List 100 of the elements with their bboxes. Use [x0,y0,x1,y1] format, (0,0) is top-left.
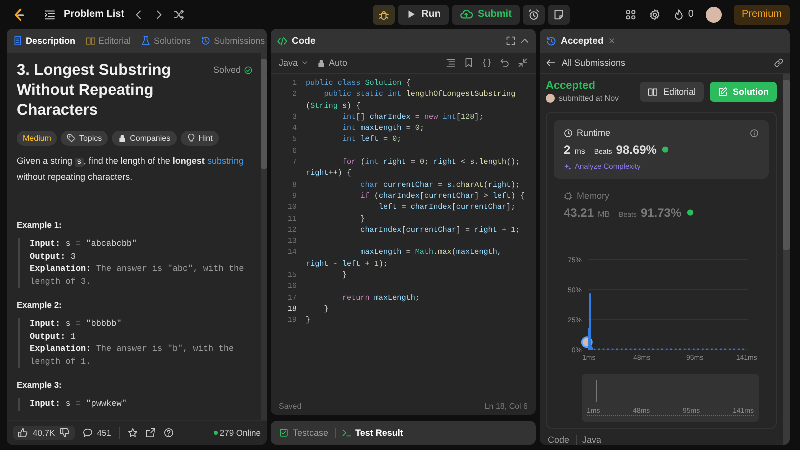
online-dot [214,431,218,435]
chip-icon [564,192,573,200]
chevron-down-icon [301,59,310,67]
thumbs-down-icon [60,428,70,438]
sparkle-icon [564,162,572,170]
all-submissions-link[interactable]: All Submissions [562,58,626,68]
checkbox-icon [279,428,289,438]
topics-button[interactable]: Topics [61,131,108,146]
share-icon[interactable] [146,428,156,438]
submit-button[interactable]: Submit [452,4,520,24]
braces-icon[interactable] [482,58,492,68]
run-button[interactable]: Run [398,4,450,24]
difficulty-badge: Medium [17,131,58,146]
panel-tab[interactable]: Description [13,36,76,46]
language-dropdown[interactable]: Java [279,58,310,68]
cloud-upload-icon [460,8,474,21]
link-icon[interactable] [774,58,784,68]
lock-icon [118,134,128,143]
comment-icon[interactable] [83,428,94,438]
star-icon[interactable] [128,428,138,438]
beats-percent: 91.73% [640,206,682,220]
beats-percent: 98.69% [616,143,657,157]
comment-count: 451 [97,428,112,438]
problem-list-link[interactable]: Problem List [64,9,125,20]
badge-icon [686,208,695,217]
panel-tab[interactable]: Test Result [342,428,404,438]
example-heading: Example 1: [17,220,63,230]
language-label: Java [582,435,602,445]
hint-button[interactable]: Hint [180,131,219,146]
example-line: Output: 3 [30,250,77,263]
thumbs-up-icon [18,428,28,438]
solved-status: Solved [213,65,241,75]
example-line: Input: s = "bbbbb" [30,318,123,330]
expand-icon[interactable] [506,36,516,46]
autocomplete-mode: Auto [329,58,348,68]
settings-icon[interactable] [649,8,662,20]
flask-icon [141,36,152,46]
shuffle-icon[interactable] [172,8,185,20]
notes-button[interactable] [548,4,570,24]
debug-button[interactable] [372,4,395,24]
format-icon[interactable] [446,58,456,68]
scrollbar[interactable] [783,74,790,445]
premium-button[interactable]: Premium [734,4,790,24]
submission-status: Accepted [546,80,597,92]
grid-icon[interactable] [625,8,638,20]
chevron-up-icon[interactable] [520,36,530,46]
flame-icon[interactable] [673,8,686,20]
editorial-button[interactable]: Editorial [640,82,704,102]
edit-icon [718,86,728,96]
panel-tab[interactable]: Solutions [141,36,192,46]
example-line: Input: s = "abcabcbb" [30,238,138,250]
avatar[interactable] [706,6,722,22]
panel-tab[interactable]: Accepted [561,36,604,46]
metric-value: 2 [564,143,571,157]
help-icon[interactable] [164,428,174,438]
close-icon[interactable] [608,37,616,45]
panel-tab[interactable]: Submissions [201,36,266,46]
example-line: Input: s = "pwwkew" [30,398,128,410]
metric-unit: ms [574,147,586,156]
save-status: Saved [279,402,302,410]
panel-tab[interactable]: Testcase [279,428,329,438]
cursor-position: Ln 18, Col 6 [484,402,528,410]
book-icon [648,86,658,96]
code-icon [277,36,288,46]
undo-icon[interactable] [500,58,510,68]
example-line: Output: 1 [30,330,77,343]
problem-title: 3. Longest Substring Without Repeating Characters [17,61,172,121]
user-avatar [546,94,555,103]
panel-title: Code [292,36,316,46]
check-circle-icon [244,66,253,74]
substring-link[interactable]: substring [207,156,244,166]
badge-icon [660,145,670,154]
submission-time: submitted at Nov [559,94,620,103]
example-line: Explanation: The answer is "b", with the length of 1. [30,343,236,368]
back-arrow-icon[interactable] [546,58,556,68]
lock-icon [317,58,326,68]
example-heading: Example 2: [17,300,63,310]
info-icon[interactable] [750,128,759,138]
companies-button[interactable]: Companies [112,131,177,146]
metric-unit: MB [598,210,610,219]
panel-tab[interactable]: Editorial [86,36,132,46]
logo-icon[interactable] [12,8,26,22]
tag-icon [67,134,76,143]
terminal-icon [342,428,352,438]
example-line: Explanation: The answer is "abc", with the length of 3. [30,263,246,288]
note-icon [552,8,565,20]
collapse-icon[interactable] [518,58,528,68]
problem-statement: Given a string s , find the length of the longest substring without repeating characters. [17,155,245,184]
online-count: 279 Online [220,428,261,438]
bookmark-icon[interactable] [464,58,474,68]
metric-title: Memory [577,191,610,201]
timer-button[interactable] [522,4,545,24]
bug-icon [378,8,390,20]
streak-count: 0 [688,9,694,20]
history-icon [201,36,212,46]
alarm-clock-icon [528,8,540,20]
scrollbar[interactable] [261,53,267,420]
list-icon[interactable] [44,8,56,20]
like-dislike-control[interactable]: 40.7K [13,426,76,440]
history-icon [546,36,557,46]
